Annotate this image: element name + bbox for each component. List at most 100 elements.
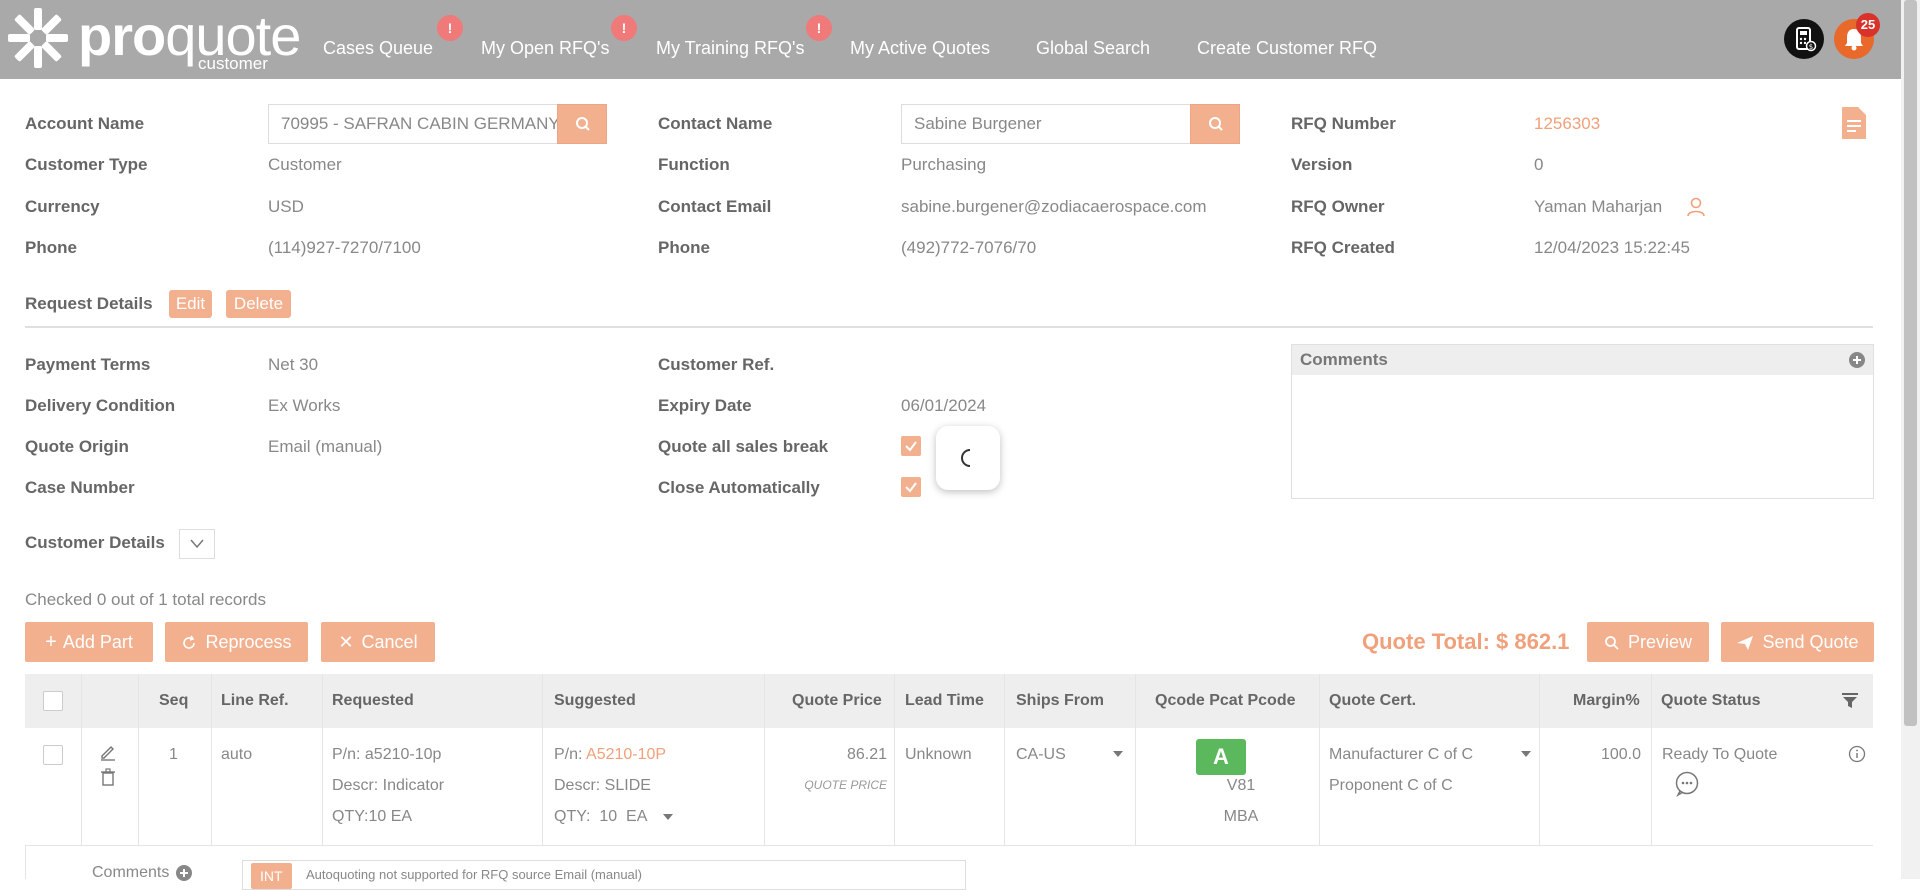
col-ships-from[interactable]: Ships From xyxy=(1016,692,1104,710)
document-icon[interactable] xyxy=(1842,107,1866,139)
nav-my-active-quotes[interactable]: My Active Quotes xyxy=(850,38,990,59)
requested-descr: Descr: Indicator xyxy=(332,777,445,794)
requested-pn: P/n: a5210-10p xyxy=(332,746,442,763)
suggested-qty[interactable]: QTY: 10 EA xyxy=(554,808,647,826)
quote-all-sales-break-checkbox[interactable] xyxy=(901,436,921,456)
chevron-down-icon xyxy=(190,539,204,549)
logo-star-icon xyxy=(8,8,68,68)
calculator-icon[interactable]: $ xyxy=(1784,19,1824,59)
nav-create-customer-rfq[interactable]: Create Customer RFQ xyxy=(1197,38,1377,59)
account-name-field[interactable]: 70995 - SAFRAN CABIN GERMANY xyxy=(268,104,558,144)
rfq-number-link[interactable]: 1256303 xyxy=(1534,114,1600,134)
col-suggested[interactable]: Suggested xyxy=(554,692,636,710)
delete-button[interactable]: Delete xyxy=(226,290,291,318)
search-icon xyxy=(576,117,590,131)
comments-title: Comments xyxy=(1300,350,1388,369)
quote-cert-dropdown-icon[interactable] xyxy=(1520,749,1532,759)
expiry-date-label: Expiry Date xyxy=(658,396,752,415)
customer-details-label: Customer Details xyxy=(25,533,165,552)
reprocess-button[interactable]: Reprocess xyxy=(165,622,308,662)
customer-details-toggle[interactable] xyxy=(179,529,215,559)
quote-cert-2: Proponent C of C xyxy=(1329,777,1453,794)
page-scrollbar[interactable] xyxy=(1901,0,1920,879)
close-automatically-checkbox[interactable] xyxy=(901,477,921,497)
nav-cases-queue[interactable]: Cases Queue xyxy=(323,38,433,59)
rfq-created-label: RFQ Created xyxy=(1291,238,1395,257)
quote-status-link[interactable]: Ready To Quote xyxy=(1662,746,1777,764)
cancel-button[interactable]: ✕ Cancel xyxy=(321,622,435,662)
col-quote-status[interactable]: Quote Status xyxy=(1661,692,1761,710)
row-line-ref: auto xyxy=(221,746,253,763)
send-quote-button[interactable]: Send Quote xyxy=(1721,622,1874,662)
quote-price-sub: QUOTE PRICE xyxy=(804,778,887,792)
col-quote-price[interactable]: Quote Price xyxy=(792,692,882,710)
qcode-badge: A xyxy=(1196,739,1246,775)
col-margin[interactable]: Margin% xyxy=(1573,692,1640,710)
edit-button[interactable]: Edit xyxy=(169,290,212,318)
version-label: Version xyxy=(1291,155,1353,174)
expiry-date-value: 06/01/2024 xyxy=(901,396,987,415)
plus-icon: + xyxy=(45,631,57,653)
col-qcode-pcat-pcode[interactable]: Qcode Pcat Pcode xyxy=(1155,692,1296,710)
requested-qty: QTY:10 EA xyxy=(332,808,413,825)
row-comment-text: Autoquoting not supported for RFQ source… xyxy=(306,867,643,882)
row-select-checkbox[interactable] xyxy=(43,745,63,765)
delivery-condition-value: Ex Works xyxy=(268,396,341,415)
rfq-number-label: RFQ Number xyxy=(1291,114,1396,133)
contact-search-button[interactable] xyxy=(1190,104,1240,144)
case-number-label: Case Number xyxy=(25,478,135,497)
internal-tag: INT xyxy=(251,863,292,889)
contact-email-value[interactable]: sabine.burgener@zodiacaerospace.com xyxy=(901,197,1207,217)
account-search-button[interactable] xyxy=(557,104,607,144)
col-seq[interactable]: Seq xyxy=(159,692,188,710)
rfq-owner-label: RFQ Owner xyxy=(1291,197,1385,216)
quote-cert-1[interactable]: Manufacturer C of C xyxy=(1329,746,1473,764)
chat-bubble-icon[interactable] xyxy=(1674,771,1700,797)
version-value: 0 xyxy=(1534,155,1544,174)
col-quote-cert[interactable]: Quote Cert. xyxy=(1329,692,1416,710)
nav-my-training-rfqs[interactable]: My Training RFQ's xyxy=(656,38,804,59)
filter-icon[interactable] xyxy=(1841,691,1859,709)
customer-type-label: Customer Type xyxy=(25,155,148,174)
col-lead-time[interactable]: Lead Time xyxy=(905,692,984,710)
request-details-title: Request Details xyxy=(25,294,153,313)
col-line-ref[interactable]: Line Ref. xyxy=(221,692,289,710)
select-all-checkbox[interactable] xyxy=(43,691,63,711)
suggested-pn-link[interactable]: A5210-10P xyxy=(586,746,666,763)
quote-origin-value: Email (manual) xyxy=(268,437,383,456)
info-icon[interactable] xyxy=(1848,745,1866,763)
nav-global-search[interactable]: Global Search xyxy=(1036,38,1150,59)
suggested-pn: P/n: A5210-10P xyxy=(554,746,667,763)
contact-name-field[interactable]: Sabine Burgener xyxy=(901,104,1191,144)
proquote-logo[interactable]: proquote customer xyxy=(6,6,301,73)
row-comments-label: Comments xyxy=(92,864,170,881)
loading-spinner xyxy=(936,426,1000,490)
comments-panel[interactable]: Comments xyxy=(1291,344,1874,499)
search-icon xyxy=(1604,635,1620,651)
col-requested[interactable]: Requested xyxy=(332,692,414,710)
ships-from-dropdown-icon[interactable] xyxy=(1112,749,1124,759)
scrollbar-thumb[interactable] xyxy=(1904,0,1917,726)
section-divider xyxy=(25,326,1873,328)
qty-unit-dropdown-icon[interactable] xyxy=(662,812,674,822)
row-comments-bar: Comments INT Autoquoting not supported f… xyxy=(25,846,1873,890)
preview-button[interactable]: Preview xyxy=(1587,622,1709,662)
records-count-text: Checked 0 out of 1 total records xyxy=(25,590,266,609)
delivery-condition-label: Delivery Condition xyxy=(25,396,176,415)
edit-icon[interactable] xyxy=(99,743,117,761)
spinner-icon xyxy=(961,449,971,467)
add-comment-icon[interactable] xyxy=(1849,352,1865,368)
nav-alert-badge: ! xyxy=(611,15,637,41)
table-header: Seq Line Ref. Requested Suggested Quote … xyxy=(25,674,1873,728)
refresh-icon xyxy=(181,635,197,651)
trash-icon[interactable] xyxy=(99,768,117,786)
rfq-owner-value: Yaman Maharjan xyxy=(1534,197,1663,216)
ships-from-select[interactable]: CA-US xyxy=(1016,746,1066,764)
nav-my-open-rfqs[interactable]: My Open RFQ's xyxy=(481,38,609,59)
add-part-button[interactable]: + Add Part xyxy=(25,622,153,662)
quote-all-sales-break-label: Quote all sales break xyxy=(658,437,829,456)
user-icon[interactable] xyxy=(1686,197,1706,217)
table-row[interactable]: 1 auto P/n: a5210-10p Descr: Indicator Q… xyxy=(25,674,1873,846)
logo-subtitle: customer xyxy=(198,54,268,73)
contact-email-label: Contact Email xyxy=(658,197,772,216)
